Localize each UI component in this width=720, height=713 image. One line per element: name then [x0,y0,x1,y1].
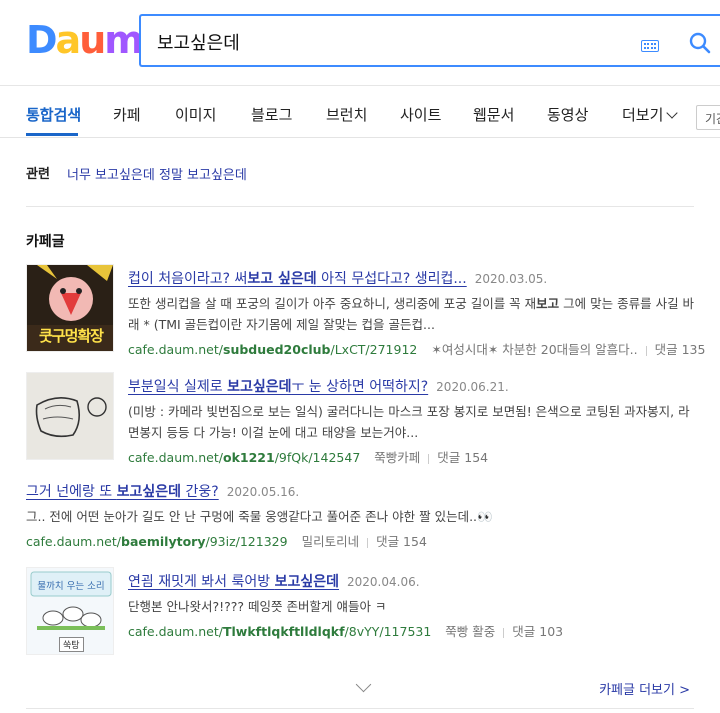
thumbnail-caption: 물까치 우는 소리 [37,581,105,592]
result-content: 부분일식 실제로 보고싶은데ㅜ 눈 상하면 어떡하지? 2020.06.21. (… [128,376,696,466]
comment-count: 댓글 154 [437,450,489,465]
section-title: 카페글 [26,234,65,250]
logo-letter-a: a [55,18,82,62]
result-meta: cafe.daum.net/baemilytory/93iz/121329 밀리… [26,531,694,550]
keyboard-icon[interactable] [641,40,659,52]
result-content: 연굄 재밋게 봐서 룩어방 보고싶은데 2020.04.06. 단행본 안나왓서?… [128,571,696,640]
header: D a u m [0,0,720,86]
result-date: 2020.03.05. [474,272,548,286]
result-meta: cafe.daum.net/ok1221/9fQk/142547 쭉빵카페 댓글 … [128,447,696,466]
comment-count: 댓글 135 [654,342,706,357]
related-searches: 관련 너무 보고싶은데 정말 보고싶은데 [26,163,694,207]
tab-more[interactable]: 더보기 [622,104,663,125]
search-box [139,14,720,67]
cafe-result: 부분일식 실제로 보고싶은데ㅜ 눈 상하면 어떡하지? 2020.06.21. (… [26,372,694,465]
search-input[interactable] [157,29,617,55]
result-description: 또한 생리컵을 살 때 포궁의 길이가 아주 중요하니, 생리중에 포궁 길이를… [128,296,695,332]
result-thumbnail[interactable]: 쿳구멍확장 [26,264,114,352]
related-label: 관련 [26,167,50,182]
result-title[interactable]: 컵이 처음이라고? 써보고 싶은데 아직 무섭다고? 생리컵... [128,271,467,287]
separator [367,537,369,548]
search-icon[interactable] [689,32,711,54]
tab-brunch[interactable]: 브런치 [326,104,367,125]
result-content: 컵이 처음이라고? 써보고 싶은데 아직 무섭다고? 생리컵... 2020.03… [128,268,705,358]
logo-letter-d: D [26,18,58,62]
comment-count: 댓글 103 [512,624,564,639]
result-thumbnail[interactable]: 물까치 우는 소리 쑥탕 [26,567,114,655]
cafe-result: 쿳구멍확장 컵이 처음이라고? 써보고 싶은데 아직 무섭다고? 생리컵... 2… [26,264,705,357]
tab-site[interactable]: 사이트 [400,104,441,125]
result-title[interactable]: 연굄 재밋게 봐서 룩어방 보고싶은데 [128,574,339,590]
cafe-result: 그거 넌에랑 또 보고싶은데 간웅? 2020.05.16. 그.. 전에 어떤 … [26,481,694,551]
tab-cafe[interactable]: 카페 [113,104,141,125]
chevron-down-icon[interactable] [666,107,678,119]
tab-image[interactable]: 이미지 [175,104,216,125]
search-tabs: 통합검색 카페 이미지 블로그 브런치 사이트 웹문서 동영상 더보기 기간 [0,86,720,138]
thumbnail-tag: 쑥탕 [59,637,84,652]
result-url[interactable]: cafe.daum.net/baemilytory/93iz/121329 [26,534,288,549]
cafe-result: 물까치 우는 소리 쑥탕 연굄 재밋게 봐서 룩어방 보고싶은데 2020.04.… [26,567,694,655]
daum-logo[interactable]: D a u m [26,18,144,62]
logo-letter-m: m [104,18,144,62]
result-url[interactable]: cafe.daum.net/Tlwkftlqkftlldlqkf/8vYY/11… [128,624,431,639]
result-thumbnail[interactable] [26,372,114,460]
comment-count: 댓글 154 [376,534,427,549]
separator [428,453,430,464]
result-title[interactable]: 부분일식 실제로 보고싶은데ㅜ 눈 상하면 어떡하지? [128,379,428,395]
result-date: 2020.06.21. [436,380,509,394]
period-select[interactable]: 기간 [696,105,720,130]
result-title[interactable]: 그거 넌에랑 또 보고싶은데 간웅? [26,484,219,500]
result-description: 그.. 전에 어떤 눈아가 길도 안 난 구멍에 죽물 웅앵같다고 풀어준 존나… [26,509,493,524]
result-content: 그거 넌에랑 또 보고싶은데 간웅? 2020.05.16. 그.. 전에 어떤 … [26,481,694,550]
separator [645,345,647,356]
result-date: 2020.04.06. [347,575,420,589]
tab-integrated[interactable]: 통합검색 [26,104,81,125]
related-link[interactable]: 정말 보고싶은데 [159,164,247,183]
cafe-more-link[interactable]: 카페글 더보기 > [599,679,690,698]
result-meta: cafe.daum.net/Tlwkftlqkftlldlqkf/8vYY/11… [128,621,696,640]
section-footer: 카페글 더보기 > [26,673,694,709]
separator [503,627,505,638]
related-link[interactable]: 너무 보고싶은데 [67,164,155,183]
result-description: 단행본 안나왓서?!??? 떼잉쯧 존버할게 얘들아 ㅋ [128,599,387,614]
cafe-name[interactable]: 쭉빵 활중 [445,624,495,639]
cafe-name[interactable]: 쭉빵카페 [374,450,420,465]
thumbnail-mask-image [27,373,113,459]
result-url[interactable]: cafe.daum.net/subdued20club/LxCT/271912 [128,342,417,357]
active-tab-underline [26,133,78,136]
cafe-name[interactable]: 밀리토리네 [302,534,360,549]
tab-video[interactable]: 동영상 [547,104,588,125]
result-meta: cafe.daum.net/subdued20club/LxCT/271912 … [128,339,705,358]
result-description: (미방 : 카메라 빛번짐으로 보는 일식) 굴러다니는 마스크 포장 봉지로 … [128,404,690,440]
logo-letter-u: u [79,18,106,62]
cafe-name[interactable]: ✶여성시대✶ 차분한 20대들의 알흠다.. [431,342,637,357]
tab-webdoc[interactable]: 웹문서 [473,104,514,125]
result-date: 2020.05.16. [226,485,300,499]
tab-blog[interactable]: 블로그 [251,104,292,125]
thumbnail-caption: 쿳구멍확장 [38,327,104,345]
expand-chevron-icon[interactable] [355,676,372,693]
result-url[interactable]: cafe.daum.net/ok1221/9fQk/142547 [128,450,360,465]
